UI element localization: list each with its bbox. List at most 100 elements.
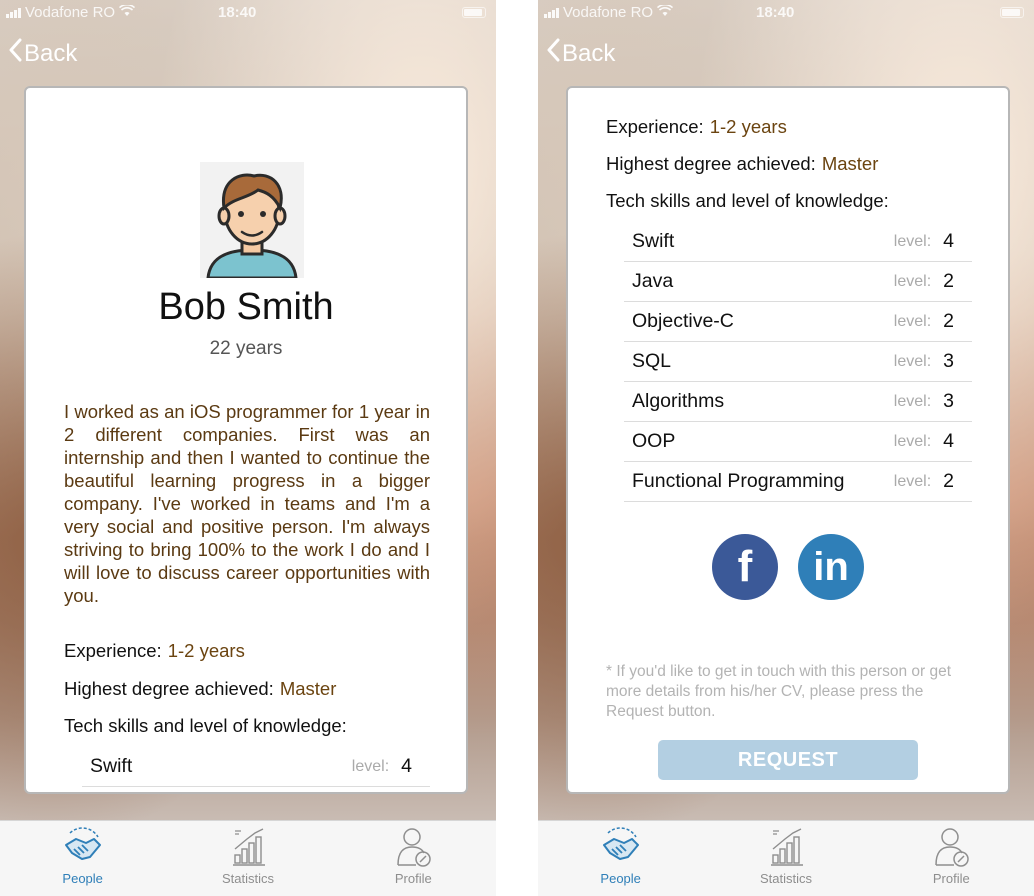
skills-list: Swift level: 4 [82,747,430,787]
carrier: Vodafone RO [6,3,136,21]
skill-level: 4 [943,430,954,452]
level-label: level: [893,432,932,450]
experience-label: Experience: [606,116,704,137]
skill-name: Algorithms [632,390,725,412]
degree-value: Master [279,678,337,699]
experience-value: 1-2 years [709,116,787,137]
profile-card: Experience: 1-2 years Highest degree achi… [566,86,1010,794]
skill-level: 2 [943,270,954,292]
bar-chart-icon [232,828,265,866]
skill-name: OOP [632,430,676,452]
status-bar: Vodafone RO 18:40 [0,0,496,26]
request-button[interactable]: REQUEST [658,740,918,780]
profile-age: 22 years [209,338,283,359]
skill-name: Functional Programming [632,470,845,492]
degree-row: Highest degree achieved: Master [64,678,336,700]
chevron-left-icon [8,38,22,69]
wifi-icon [657,3,674,21]
back-button[interactable]: Back [546,38,615,69]
tab-profile[interactable]: Profile [869,821,1034,896]
experience-value: 1-2 years [167,640,245,661]
wifi-icon [119,3,136,21]
skill-name: SQL [632,350,672,372]
skill-level: 2 [943,310,954,332]
profile-bio: I worked as an iOS programmer for 1 year… [64,401,430,606]
profile-name: Bob Smith [158,286,334,328]
skill-name: Swift [90,755,133,777]
user-edit-icon [935,828,970,867]
tab-label: Statistics [221,871,274,886]
skills-heading: Tech skills and level of knowledge: [64,715,347,736]
skill-row: Functional Programming level: 2 [624,462,972,502]
clock: 18:40 [756,4,795,21]
degree-value: Master [821,153,879,174]
tab-label: Profile [932,871,970,886]
skill-row: SQL level: 3 [624,342,972,382]
tab-bar: People Statistics Profile [538,820,1034,896]
profile-card: Bob Smith 22 years I worked as an iOS pr… [24,86,468,794]
experience-row: Experience: 1-2 years [606,116,787,138]
social-links: f in [712,534,864,600]
tab-people[interactable]: People [538,821,703,896]
signal-icon [544,7,559,18]
user-edit-icon [397,828,432,867]
skill-level: 4 [401,755,412,777]
back-label: Back [24,39,78,67]
tab-bar: People Statistics Profile [0,820,496,896]
tab-label: Profile [394,871,432,886]
back-button[interactable]: Back [8,38,77,69]
level-label: level: [893,472,932,490]
skill-row: Swift level: 4 [82,747,430,787]
profile-screen-scrolled: Vodafone RO 18:40 Back Experience: 1-2 ye… [538,0,1034,896]
bar-chart-icon [770,828,803,866]
request-note: * If you'd like to get in touch with thi… [606,663,952,720]
degree-label: Highest degree achieved: [606,153,816,174]
back-label: Back [562,39,616,67]
handshake-icon [64,827,101,860]
linkedin-button[interactable]: in [798,534,864,600]
battery-icon [1000,7,1024,18]
skill-name: Objective-C [632,310,734,332]
degree-row: Highest degree achieved: Master [606,153,878,175]
skills-list: Swift level: 4 Java level: 2 Objective-C… [624,222,972,502]
skill-name: Swift [632,230,675,252]
level-label: level: [351,757,390,775]
skill-level: 4 [943,230,954,252]
facebook-button[interactable]: f [712,534,778,600]
tab-statistics[interactable]: Statistics [165,821,330,896]
handshake-icon [602,827,639,860]
skill-name: Java [632,270,674,292]
tab-label: Statistics [759,871,812,886]
level-label: level: [893,312,932,330]
skills-heading: Tech skills and level of knowledge: [606,190,889,211]
tab-label: People [600,871,641,886]
skill-row: Algorithms level: 3 [624,382,972,422]
skill-row: Java level: 2 [624,262,972,302]
battery-icon [462,7,486,18]
signal-icon [6,7,21,18]
carrier-label: Vodafone RO [563,4,654,21]
tab-label: People [62,871,103,886]
skill-row: OOP level: 4 [624,422,972,462]
profile-screen-top: Vodafone RO 18:40 Back Bob Smith 22 year… [0,0,496,896]
clock: 18:40 [218,4,257,21]
tab-statistics[interactable]: Statistics [703,821,868,896]
skill-level: 2 [943,470,954,492]
avatar [200,162,304,280]
tab-profile[interactable]: Profile [331,821,496,896]
level-label: level: [893,352,932,370]
level-label: level: [893,272,932,290]
level-label: level: [893,392,932,410]
tab-people[interactable]: People [0,821,165,896]
linkedin-icon: in [813,544,849,589]
facebook-icon: f [737,542,753,591]
skill-level: 3 [943,390,954,412]
skill-row: Objective-C level: 2 [624,302,972,342]
chevron-left-icon [546,38,560,69]
skill-level: 3 [943,350,954,372]
experience-label: Experience: [64,640,162,661]
degree-label: Highest degree achieved: [64,678,274,699]
status-bar: Vodafone RO 18:40 [538,0,1034,26]
level-label: level: [893,232,932,250]
experience-row: Experience: 1-2 years [64,640,245,662]
